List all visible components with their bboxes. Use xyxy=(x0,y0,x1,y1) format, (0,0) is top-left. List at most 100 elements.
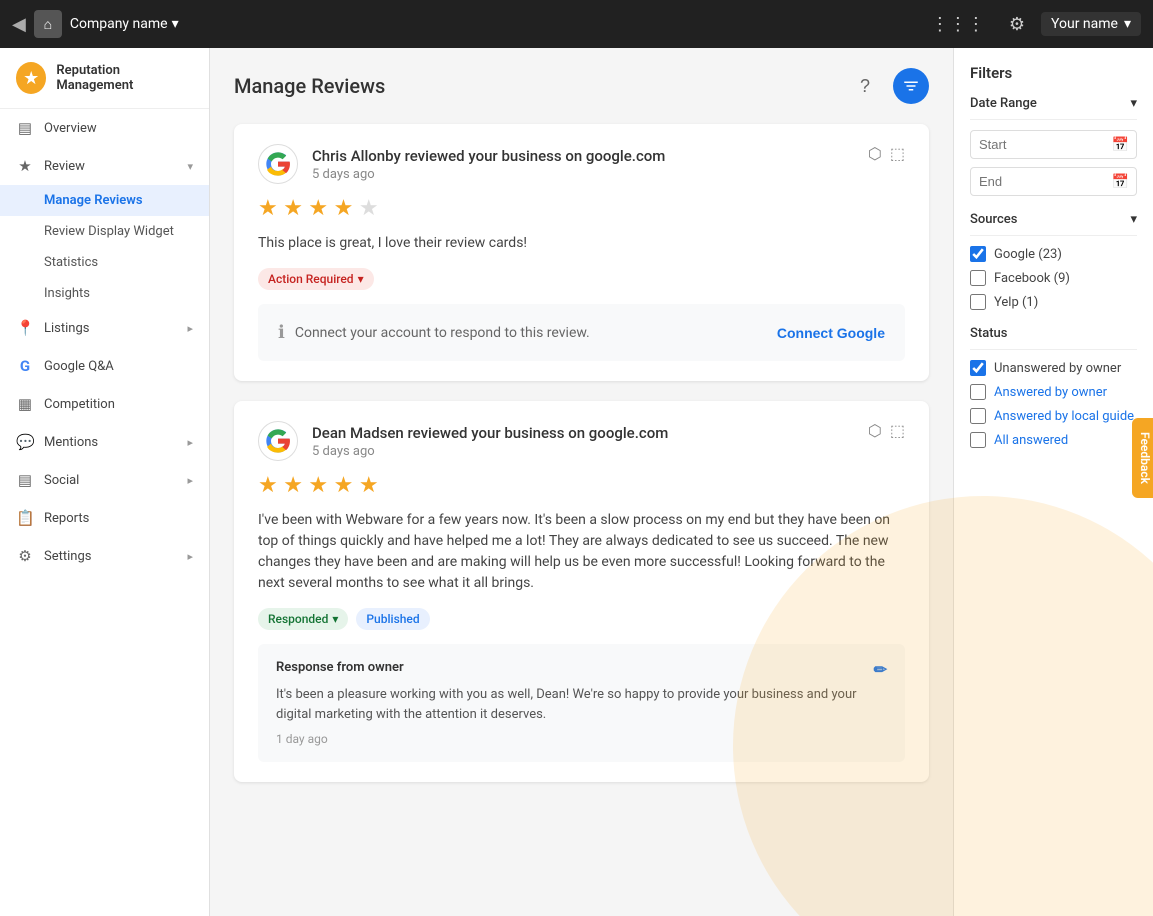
home-button[interactable]: ⌂ xyxy=(34,10,62,38)
reports-icon: 📋 xyxy=(16,509,34,527)
review-display-widget-label: Review Display Widget xyxy=(44,224,174,239)
company-name-label: Company name xyxy=(70,16,168,32)
top-nav: ◀ ⌂ Company name ▾ ⋮⋮⋮ ⚙ Your name ▾ xyxy=(0,0,1153,48)
filter-status-answered-guide: Answered by local guide xyxy=(970,408,1137,424)
sidebar-item-reports[interactable]: 📋 Reports xyxy=(0,499,209,537)
answered-guide-checkbox[interactable] xyxy=(970,408,986,424)
social-icon: ▤ xyxy=(16,471,34,489)
response-text: It's been a pleasure working with you as… xyxy=(276,685,887,724)
company-selector[interactable]: Company name ▾ xyxy=(70,16,179,32)
review-icon: ★ xyxy=(16,157,34,175)
sidebar-item-manage-reviews[interactable]: Manage Reviews xyxy=(0,185,209,216)
yelp-checkbox[interactable] xyxy=(970,294,986,310)
sources-section: Sources ▾ Google (23) Facebook (9) Yelp … xyxy=(970,212,1137,310)
user-menu[interactable]: Your name ▾ xyxy=(1041,12,1141,36)
review-card-1: Chris Allonby reviewed your business on … xyxy=(234,124,929,381)
sidebar-item-insights[interactable]: Insights xyxy=(0,278,209,309)
sidebar-item-google-qa[interactable]: G Google Q&A xyxy=(0,347,209,385)
google-logo-1 xyxy=(258,144,298,184)
responded-badge[interactable]: Responded ▾ xyxy=(258,608,348,630)
user-drop-icon: ▾ xyxy=(1124,16,1131,32)
manage-reviews-label: Manage Reviews xyxy=(44,193,143,208)
content-area: Manage Reviews ? xyxy=(210,48,953,916)
review-text-2: I've been with Webware for a few years n… xyxy=(258,510,905,594)
sidebar-item-label: Mentions xyxy=(44,435,98,450)
answered-guide-label: Answered by local guide xyxy=(994,409,1134,424)
filter-icon xyxy=(902,77,920,95)
connect-google-button[interactable]: Connect Google xyxy=(777,325,885,341)
mentions-icon: 💬 xyxy=(16,433,34,451)
author-time-1: 5 days ago xyxy=(312,167,665,182)
date-range-header[interactable]: Date Range ▾ xyxy=(970,96,1137,120)
connect-box-info: ℹ Connect your account to respond to thi… xyxy=(278,322,590,343)
user-name-label: Your name xyxy=(1051,16,1118,32)
badges-row-2: Responded ▾ Published xyxy=(258,608,905,630)
responded-drop-icon: ▾ xyxy=(332,612,338,626)
sidebar-item-mentions[interactable]: 💬 Mentions ▸ xyxy=(0,423,209,461)
facebook-checkbox[interactable] xyxy=(970,270,986,286)
connect-box-text: Connect your account to respond to this … xyxy=(295,325,590,341)
status-label: Status xyxy=(970,326,1007,341)
all-answered-checkbox[interactable] xyxy=(970,432,986,448)
sidebar-item-label: Overview xyxy=(44,121,97,136)
yelp-label: Yelp (1) xyxy=(994,295,1038,310)
insights-label: Insights xyxy=(44,286,90,301)
review-card-2: Dean Madsen reviewed your business on go… xyxy=(234,401,929,782)
chevron-down-icon: ▾ xyxy=(1130,96,1137,111)
chevron-right-icon: ▸ xyxy=(187,322,193,335)
info-icon: ℹ xyxy=(278,322,285,343)
answered-owner-checkbox[interactable] xyxy=(970,384,986,400)
sidebar-item-review[interactable]: ★ Review ▾ xyxy=(0,147,209,185)
action-required-badge[interactable]: Action Required ▾ xyxy=(258,268,374,290)
share-icon-2[interactable]: ⬡ xyxy=(868,421,882,440)
help-button[interactable]: ? xyxy=(847,68,883,104)
page-title: Manage Reviews xyxy=(234,74,385,98)
filter-source-google: Google (23) xyxy=(970,246,1137,262)
sidebar-item-statistics[interactable]: Statistics xyxy=(0,247,209,278)
date-range-label: Date Range xyxy=(970,96,1037,111)
filters-title: Filters xyxy=(970,64,1137,82)
google-checkbox[interactable] xyxy=(970,246,986,262)
chevron-right-icon: ▸ xyxy=(187,474,193,487)
badge-drop-icon: ▾ xyxy=(358,272,364,286)
feedback-tab[interactable]: Feedback xyxy=(1132,418,1153,498)
company-drop-icon: ▾ xyxy=(172,16,179,32)
published-badge[interactable]: Published xyxy=(356,608,429,630)
edit-icon[interactable]: ✏ xyxy=(874,660,887,679)
sources-header[interactable]: Sources ▾ xyxy=(970,212,1137,236)
author-text-1: Chris Allonby reviewed your business on … xyxy=(312,147,665,165)
star-rating-1: ★ ★ ★ ★ ★ xyxy=(258,196,905,221)
star-rating-2: ★ ★ ★ ★ ★ xyxy=(258,473,905,498)
chevron-right-icon: ▸ xyxy=(187,436,193,449)
chevron-down-icon: ▾ xyxy=(187,160,193,173)
google-logo-2 xyxy=(258,421,298,461)
sidebar-item-social[interactable]: ▤ Social ▸ xyxy=(0,461,209,499)
share-icon-1[interactable]: ⬡ xyxy=(868,144,882,163)
sidebar-item-label: Social xyxy=(44,473,79,488)
unanswered-checkbox[interactable] xyxy=(970,360,986,376)
grid-icon[interactable]: ⋮⋮⋮ xyxy=(931,14,985,35)
sidebar-item-settings[interactable]: ⚙ Settings ▸ xyxy=(0,537,209,575)
all-answered-label: All answered xyxy=(994,433,1068,448)
brand-label: Reputation Management xyxy=(56,63,193,93)
author-area-2: Dean Madsen reviewed your business on go… xyxy=(258,421,668,461)
filter-button[interactable] xyxy=(893,68,929,104)
sidebar-item-listings[interactable]: 📍 Listings ▸ xyxy=(0,309,209,347)
facebook-label: Facebook (9) xyxy=(994,271,1070,286)
gear-icon[interactable]: ⚙ xyxy=(1009,14,1025,35)
back-button[interactable]: ◀ xyxy=(12,14,26,35)
sidebar-item-review-display-widget[interactable]: Review Display Widget xyxy=(0,216,209,247)
sidebar-item-competition[interactable]: ▦ Competition xyxy=(0,385,209,423)
external-link-icon-2[interactable]: ⬚ xyxy=(890,421,905,440)
published-label: Published xyxy=(366,612,419,626)
review-actions-1: ⬡ ⬚ xyxy=(868,144,905,163)
sidebar-item-overview[interactable]: ▤ Overview xyxy=(0,109,209,147)
filter-source-yelp: Yelp (1) xyxy=(970,294,1137,310)
chevron-right-icon: ▸ xyxy=(187,550,193,563)
review-text-1: This place is great, I love their review… xyxy=(258,233,905,254)
author-area-1: Chris Allonby reviewed your business on … xyxy=(258,144,665,184)
competition-icon: ▦ xyxy=(16,395,34,413)
external-link-icon-1[interactable]: ⬚ xyxy=(890,144,905,163)
answered-owner-label: Answered by owner xyxy=(994,385,1107,400)
review-header-2: Dean Madsen reviewed your business on go… xyxy=(258,421,905,461)
